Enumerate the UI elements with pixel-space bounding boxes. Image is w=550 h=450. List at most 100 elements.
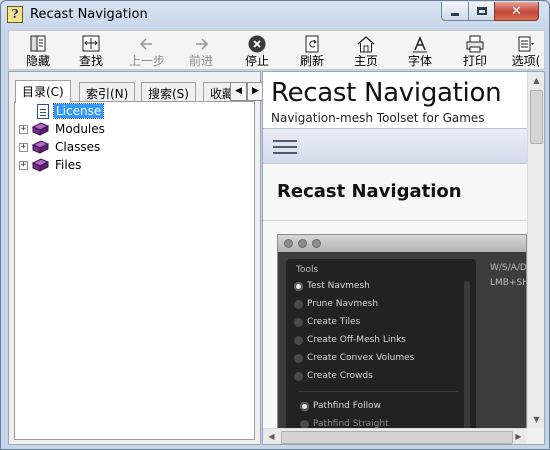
- tool-label: Test Navmesh: [307, 281, 370, 291]
- tool-item: Create Off-Mesh Links: [294, 333, 406, 347]
- refresh-icon: [292, 34, 332, 54]
- navigation-tabs: 目录(C) 索引(N) 搜索(S) 收藏 ◀ ▶: [15, 80, 264, 103]
- stop-icon: [237, 34, 277, 54]
- scroll-left-icon[interactable]: ◀: [263, 429, 280, 444]
- window-title: Recast Navigation: [30, 7, 148, 22]
- refresh-label: 刷新: [299, 54, 324, 68]
- panel-scrollbar: [464, 281, 470, 429]
- scroll-right-icon[interactable]: ▶: [510, 429, 527, 444]
- doc-nav-bar: [263, 128, 527, 164]
- tab-contents[interactable]: 目录(C): [15, 80, 71, 103]
- print-label: 打印: [462, 54, 487, 68]
- tab-search[interactable]: 搜索(S): [141, 82, 196, 102]
- doc-content: Recast Navigation Tools Test Navmesh Pru…: [263, 165, 527, 430]
- book-icon: [32, 158, 49, 172]
- hide-button[interactable]: 隐藏: [18, 34, 58, 70]
- expand-plus-icon[interactable]: +: [19, 142, 28, 152]
- back-label: 上一步: [128, 54, 165, 68]
- scroll-up-icon[interactable]: ▲: [528, 72, 544, 89]
- tools-heading: Tools: [296, 265, 319, 275]
- tree-item-license[interactable]: License: [37, 102, 105, 120]
- stop-label: 停止: [244, 54, 269, 68]
- horizontal-scrollbar[interactable]: ◀ ▶: [263, 428, 527, 444]
- home-button[interactable]: 主页: [346, 34, 386, 70]
- title-divider: [263, 220, 527, 221]
- tool-item: Create Convex Volumes: [294, 351, 414, 365]
- minimize-icon: [451, 12, 459, 16]
- radio-on-icon: [294, 281, 303, 291]
- topic-pane: Recast Navigation Navigation-mesh Toolse…: [262, 71, 545, 445]
- tab-favorites[interactable]: 收藏: [203, 82, 233, 102]
- close-button[interactable]: ✕: [494, 2, 539, 21]
- tree-item-files[interactable]: + Files: [19, 156, 83, 174]
- print-button[interactable]: 打印: [455, 34, 495, 70]
- tool-item: Create Crowds: [294, 369, 373, 383]
- close-icon: ✕: [511, 3, 522, 19]
- tool-item: Prune Navmesh: [294, 297, 378, 311]
- app-screenshot-image: Tools Test Navmesh Prune Navmesh Create …: [277, 234, 527, 430]
- hint-line: LMB+SH: [490, 278, 527, 288]
- screenshot-dot-icon: [284, 239, 293, 248]
- screenshot-tools-panel: Tools Test Navmesh Prune Navmesh Create …: [286, 259, 476, 429]
- forward-label: 前进: [188, 54, 213, 68]
- project-subtitle: Navigation-mesh Toolset for Games: [271, 111, 485, 125]
- home-label: 主页: [353, 54, 378, 68]
- mode-label: Pathfind Follow: [313, 401, 381, 411]
- maximize-button[interactable]: [468, 2, 495, 21]
- scroll-down-icon[interactable]: ▼: [528, 411, 544, 428]
- tab-scroll-left-icon[interactable]: ◀: [230, 82, 247, 101]
- back-arrow-icon: [126, 34, 168, 54]
- font-icon: [400, 34, 440, 54]
- radio-off-icon: [294, 299, 303, 309]
- hamburger-menu-icon[interactable]: [273, 140, 297, 154]
- radio-off-icon: [294, 371, 303, 381]
- maximize-icon: [476, 7, 487, 15]
- expand-plus-icon[interactable]: +: [19, 124, 28, 134]
- radio-on-icon: [300, 401, 309, 411]
- tree-item-classes[interactable]: + Classes: [19, 138, 102, 156]
- tools-divider: [298, 391, 458, 392]
- help-window: ? Recast Navigation ✕ 隐藏 查找 上一步 前进 停止 刷新…: [0, 0, 550, 450]
- font-button[interactable]: 字体: [400, 34, 440, 70]
- minimize-button[interactable]: [441, 2, 469, 21]
- horizontal-scroll-thumb[interactable]: [281, 431, 513, 444]
- title-bar[interactable]: ? Recast Navigation ✕: [1, 1, 549, 29]
- page-icon: [37, 103, 49, 119]
- home-icon: [346, 34, 386, 54]
- hide-label: 隐藏: [25, 54, 50, 68]
- tree-item-modules[interactable]: + Modules: [19, 120, 107, 138]
- hint-line: W/S/A/D: [490, 263, 527, 273]
- refresh-button[interactable]: 刷新: [292, 34, 332, 70]
- locate-label: 查找: [78, 54, 103, 68]
- locate-button[interactable]: 查找: [71, 34, 111, 70]
- vertical-scrollbar[interactable]: ▲ ▼: [527, 72, 544, 428]
- tool-label: Create Off-Mesh Links: [307, 335, 406, 345]
- vertical-scroll-thumb[interactable]: [530, 90, 543, 144]
- help-app-icon: ?: [7, 6, 23, 23]
- tool-label: Prune Navmesh: [307, 299, 379, 309]
- tool-label: Create Crowds: [307, 371, 373, 381]
- mode-item: Pathfind Follow: [300, 399, 381, 413]
- radio-off-icon: [294, 353, 303, 363]
- contents-tree: License + Modules + Classes + Files: [14, 101, 255, 440]
- controls-hint: W/S/A/D LMB+SH: [490, 261, 527, 291]
- stop-button[interactable]: 停止: [237, 34, 277, 70]
- tab-index[interactable]: 索引(N): [79, 82, 136, 102]
- options-button[interactable]: 选项(: [506, 34, 546, 70]
- options-label: 选项(: [511, 54, 541, 68]
- radio-off-icon: [294, 335, 303, 345]
- print-icon: [455, 34, 495, 54]
- page-title: Recast Navigation: [277, 181, 462, 202]
- forward-arrow-icon: [181, 34, 221, 54]
- scrollbar-corner: [527, 428, 544, 444]
- tool-label: Create Tiles: [307, 317, 361, 327]
- forward-button[interactable]: 前进: [181, 34, 221, 70]
- tree-item-label: Classes: [55, 140, 101, 154]
- radio-off-icon: [294, 317, 303, 327]
- tree-item-label: Modules: [55, 122, 105, 136]
- expand-plus-icon[interactable]: +: [19, 160, 28, 170]
- font-label: 字体: [407, 54, 432, 68]
- book-icon: [32, 140, 49, 154]
- back-button[interactable]: 上一步: [126, 34, 168, 70]
- toolbar: 隐藏 查找 上一步 前进 停止 刷新 主页 字体 打印 选项(: [8, 30, 545, 70]
